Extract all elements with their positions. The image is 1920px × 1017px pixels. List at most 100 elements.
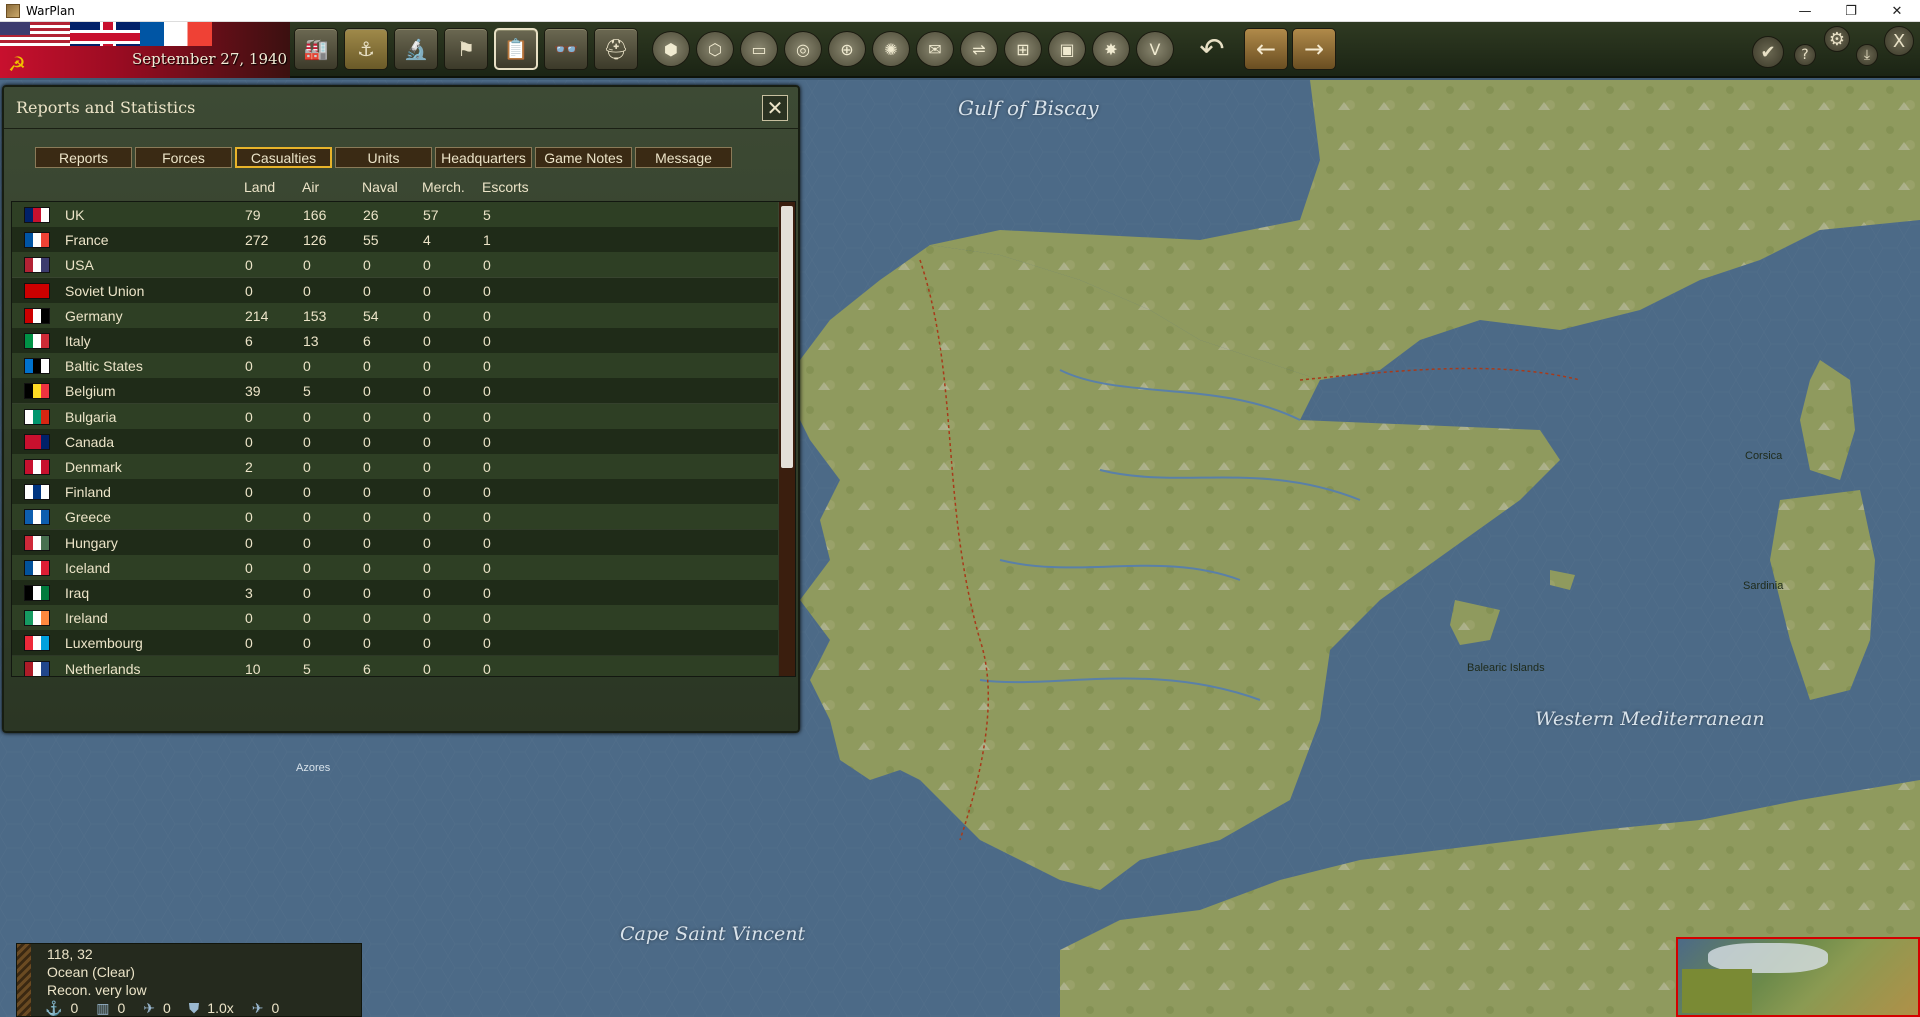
filter-rail-button[interactable]: ▭ [740,31,778,67]
table-scrollbar[interactable] [779,202,795,676]
restore-button[interactable]: ❐ [1828,0,1874,22]
production-button[interactable]: 🏭 [294,28,338,70]
naval-button[interactable]: ⚓ [344,28,388,70]
cell-merch: 0 [423,484,431,501]
cell-escorts: 0 [483,282,491,299]
filter-v-button[interactable]: V [1136,31,1174,67]
country-name: Bulgaria [65,408,117,425]
close-window-button[interactable]: ✕ [1874,0,1920,22]
tab-message[interactable]: Message [635,147,732,168]
cell-air: 0 [303,433,311,450]
table-row[interactable]: Germany 214 153 54 0 0 [12,302,778,328]
filter-grid-button[interactable]: ⊞ [1004,31,1042,67]
binoculars-icon: 👓 [553,37,579,61]
minimap-land [1682,969,1752,1013]
previous-button[interactable]: ← [1244,28,1288,70]
cell-merch: 0 [423,610,431,627]
table-row[interactable]: Italy 6 13 6 0 0 [12,328,778,353]
panel-tabs: Reports Forces Casualties Units Headquar… [35,147,732,168]
table-row[interactable]: Iraq 3 0 0 0 0 [12,580,778,605]
country-flag-icon [24,459,50,475]
country-name: Soviet Union [65,282,145,299]
cell-land: 79 [245,207,261,223]
country-flag-icon [24,333,50,349]
scrollbar-thumb[interactable] [781,206,793,468]
cell-land: 0 [245,509,253,526]
tab-casualties[interactable]: Casualties [235,147,332,168]
table-row[interactable]: USA 0 0 0 0 0 [12,252,778,278]
tab-headquarters[interactable]: Headquarters [435,147,532,168]
cell-air: 0 [303,282,311,299]
cell-air: 0 [303,484,311,501]
table-row[interactable]: Soviet Union 0 0 0 0 0 [12,277,778,303]
table-row[interactable]: Baltic States 0 0 0 0 0 [12,353,778,379]
map-label-western-mediterranean: Western Mediterranean [1535,708,1765,730]
filter-explosion-button[interactable]: ✸ [1092,31,1130,67]
reports-button[interactable]: 📋 [494,28,538,70]
table-row[interactable]: Ireland 0 0 0 0 0 [12,605,778,631]
info-box-stripe [17,944,31,1016]
recon-button[interactable]: 👓 [544,28,588,70]
casualties-table: UK 79 166 26 57 5 France 272 126 55 4 1 USA 0 0 0 0 0 Sovi… [11,201,796,677]
settings-button[interactable]: ⚙ [1824,26,1850,52]
units-button[interactable]: ⛑ [594,28,638,70]
research-button[interactable]: 🔬 [394,28,438,70]
faction-banner: ☭ September 27, 1940 [0,22,290,78]
country-flag-icon [24,307,50,324]
country-name: Greece [65,509,111,526]
cell-naval: 54 [363,307,379,324]
filter-supply-button[interactable]: ◎ [784,31,822,67]
filter-frame-button[interactable]: ▣ [1048,31,1086,67]
game-date: September 27, 1940 [132,50,288,68]
table-row[interactable]: Denmark 2 0 0 0 0 [12,454,778,479]
undo-button[interactable]: ↶ [1190,28,1234,70]
table-row[interactable]: Bulgaria 0 0 0 0 0 [12,403,778,429]
exit-icon: X [1892,30,1906,52]
confirm-button[interactable]: ✔ [1752,36,1784,68]
table-row[interactable]: France 272 126 55 4 1 [12,227,778,253]
tab-game-notes[interactable]: Game Notes [535,147,632,168]
filter-hexes-button[interactable]: ⬡ [696,31,734,67]
objectives-button[interactable]: ⚑ [444,28,488,70]
filter-hex-button[interactable]: ⬢ [652,31,690,67]
tab-reports[interactable]: Reports [35,147,132,168]
table-row[interactable]: Netherlands 10 5 6 0 0 [12,655,778,676]
cell-merch: 4 [423,232,431,249]
help-button[interactable]: ? [1794,44,1816,66]
table-row[interactable]: Finland 0 0 0 0 0 [12,479,778,505]
minimize-button[interactable]: — [1782,0,1828,22]
filter-resource-button[interactable]: ✺ [872,31,910,67]
cell-land: 0 [245,433,253,450]
next-button[interactable]: → [1292,28,1336,70]
filter-mail-button[interactable]: ✉ [916,31,954,67]
hex-stats: ⚓ 0 ▥ 0 ✈ 0 ⛊ 1.0x ✈ 0 [45,1000,279,1017]
table-row[interactable]: Luxembourg 0 0 0 0 0 [12,630,778,656]
table-row[interactable]: UK 79 166 26 57 5 [12,202,778,227]
close-icon: ✕ [766,96,784,120]
close-panel-button[interactable]: ✕ [762,95,788,121]
country-name: Italy [65,333,91,349]
table-row[interactable]: Iceland 0 0 0 0 0 [12,554,778,580]
cell-land: 0 [245,484,253,501]
cell-merch: 0 [423,509,431,526]
table-row[interactable]: Hungary 0 0 0 0 0 [12,529,778,555]
filter-lines-button[interactable]: ⇌ [960,31,998,67]
cell-merch: 0 [423,358,431,375]
exit-game-button[interactable]: X [1884,26,1914,56]
save-button[interactable]: ⤓ [1856,44,1878,66]
country-flag-icon [24,610,50,627]
minimap[interactable] [1676,937,1920,1017]
question-icon: ? [1801,47,1809,63]
tab-forces[interactable]: Forces [135,147,232,168]
table-row[interactable]: Greece 0 0 0 0 0 [12,504,778,530]
cell-escorts: 5 [483,207,491,223]
cell-merch: 0 [423,282,431,299]
country-name: Finland [65,484,111,501]
table-row[interactable]: Canada 0 0 0 0 0 [12,428,778,454]
column-header-land: Land [244,179,276,195]
table-row[interactable]: Belgium 39 5 0 0 0 [12,378,778,404]
filter-target-button[interactable]: ⊕ [828,31,866,67]
app-icon [6,3,20,18]
air-icon: ✈ [143,1000,155,1016]
tab-units[interactable]: Units [335,147,432,168]
